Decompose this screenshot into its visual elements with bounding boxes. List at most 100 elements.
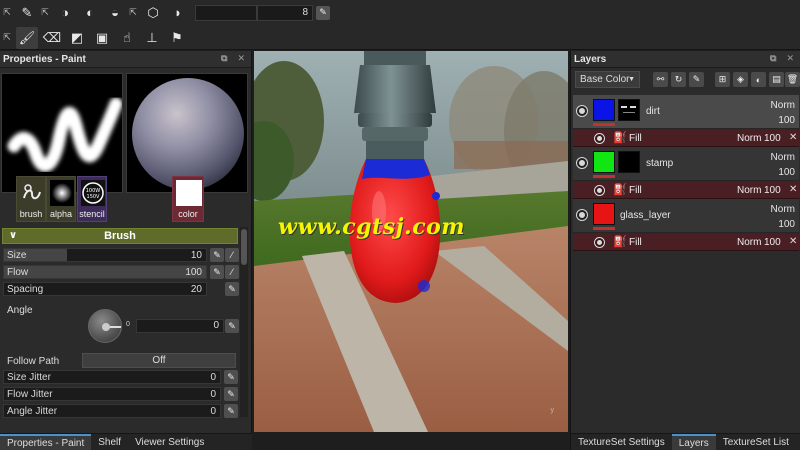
brush-size-field[interactable]: 8 — [257, 4, 313, 21]
layer-opacity[interactable]: 100 — [778, 167, 795, 178]
pen-pressure-icon[interactable]: ✎ — [224, 370, 238, 384]
add-folder-icon[interactable]: ▤ — [769, 72, 784, 87]
brush-size-bar[interactable] — [195, 4, 257, 21]
spacing-slider[interactable]: Spacing 20 — [3, 282, 207, 296]
angle-jitter-field[interactable]: Angle Jitter 0 — [3, 404, 221, 418]
layer-row-stamp[interactable]: stamp Norm 100 — [573, 147, 799, 181]
add-fill-layer-icon[interactable]: ◈ — [733, 72, 748, 87]
layer-blend-mode[interactable]: Norm — [771, 100, 795, 111]
brush-section-header[interactable]: ∨ Brush — [2, 228, 238, 244]
flow-slider[interactable]: Flow 100 — [3, 265, 207, 279]
float-panel-icon[interactable]: ⧉ — [221, 53, 227, 64]
refresh-icon[interactable]: ↻ — [671, 72, 686, 87]
pen-pressure-icon[interactable]: ✎ — [225, 282, 239, 296]
visibility-eye-icon[interactable] — [595, 134, 604, 143]
lazy-mouse-icon[interactable]: ◗ — [167, 2, 189, 24]
fill-opacity[interactable]: 100 — [764, 237, 781, 248]
follow-path-toggle[interactable]: Off — [82, 353, 236, 368]
paint-bucket-icon: ⛽ — [613, 236, 627, 248]
tab-textureset-settings[interactable]: TextureSet Settings — [571, 434, 672, 450]
polygon-fill-icon[interactable]: ▣ — [91, 27, 113, 49]
symmetry-axis-icon[interactable]: ◐ — [79, 2, 101, 24]
float-panel-icon[interactable]: ⧉ — [770, 53, 776, 64]
remove-effect-icon[interactable]: ✕ — [789, 236, 797, 247]
pen-pressure-icon[interactable]: ✎ — [210, 248, 224, 262]
flow-jitter-field[interactable]: Flow Jitter 0 — [3, 387, 221, 401]
angle-field[interactable]: 0 — [136, 319, 224, 333]
eraser-icon[interactable]: ⌫ — [41, 27, 63, 49]
close-icon[interactable]: ✕ — [237, 53, 245, 64]
remove-effect-icon[interactable]: ✕ — [789, 132, 797, 143]
visibility-eye-icon[interactable] — [577, 106, 587, 116]
expand-icon[interactable]: ⇱ — [127, 2, 139, 24]
scrollbar-thumb[interactable] — [241, 229, 247, 265]
mirror-icon[interactable]: ◒ — [104, 2, 126, 24]
3d-viewport[interactable]: www.cgtsj.com y — [254, 51, 568, 432]
link-icon[interactable]: ⁄ — [225, 248, 239, 262]
tab-shelf[interactable]: Shelf — [91, 434, 128, 450]
pen-pressure-icon[interactable]: ✎ — [210, 265, 224, 279]
clone-stamp-icon[interactable]: ⊥ — [141, 27, 163, 49]
layer-opacity[interactable]: 100 — [778, 219, 795, 230]
pen-pressure-icon[interactable]: ✎ — [224, 404, 238, 418]
pen-pressure-icon[interactable]: ✎ — [316, 5, 330, 20]
expand-icon[interactable]: ⇱ — [1, 27, 13, 49]
close-icon[interactable]: ✕ — [786, 53, 794, 64]
delete-layer-icon[interactable]: 🗑 — [785, 72, 800, 87]
fill-effect-row[interactable]: ⛽ Fill Norm 100 ✕ — [573, 130, 799, 147]
fill-effect-row[interactable]: ⛽ Fill Norm 100 ✕ — [573, 234, 799, 251]
link-icon[interactable]: ⁄ — [225, 265, 239, 279]
angle-dial-zero: 0 — [126, 321, 130, 328]
color-slot[interactable]: color — [172, 176, 204, 222]
fill-effect-row[interactable]: ⛽ Fill Norm 100 ✕ — [573, 182, 799, 199]
layer-row-dirt[interactable]: dirt Norm 100 — [573, 95, 799, 129]
expand-icon[interactable]: ⇱ — [1, 2, 13, 24]
add-mask-icon[interactable]: ◐ — [751, 72, 766, 87]
tab-layers[interactable]: Layers — [671, 434, 716, 450]
layers-panel: Layers ⧉ ✕ Base Color ▼ ⚯ ↻ ✎ ⊞ ◈ ◐ ▤ 🗑 … — [570, 51, 800, 450]
angle-dial[interactable] — [88, 309, 122, 343]
layer-opacity[interactable]: 100 — [778, 115, 795, 126]
fill-blend-mode[interactable]: Norm — [737, 237, 761, 248]
visibility-eye-icon[interactable] — [595, 186, 604, 195]
symmetry-icon[interactable]: ◑ — [54, 2, 76, 24]
dropper-tool-icon[interactable]: ✎ — [16, 2, 38, 24]
fill-blend-mode[interactable]: Norm — [737, 133, 761, 144]
angle-jitter-value: 0 — [210, 406, 216, 417]
visibility-eye-icon[interactable] — [595, 238, 604, 247]
properties-scrollbar[interactable] — [240, 227, 248, 417]
chevron-down-icon: ∨ — [9, 230, 18, 241]
tab-viewer-settings[interactable]: Viewer Settings — [128, 434, 211, 450]
layer-blend-mode[interactable]: Norm — [771, 152, 795, 163]
stencil-slot[interactable]: 100W 150V stencil — [77, 176, 107, 222]
remove-effect-icon[interactable]: ✕ — [789, 184, 797, 195]
size-slider[interactable]: Size 10 — [3, 248, 207, 262]
fill-opacity[interactable]: 100 — [764, 133, 781, 144]
smudge-icon[interactable]: ☝ — [116, 27, 138, 49]
projection-icon[interactable]: ◩ — [66, 27, 88, 49]
paint-brush-icon[interactable]: 🖌 — [16, 26, 38, 49]
pen-pressure-icon[interactable]: ✎ — [224, 387, 238, 401]
layer-blend-mode[interactable]: Norm — [771, 204, 795, 215]
alpha-slot[interactable]: alpha — [46, 176, 76, 222]
pen-pressure-icon[interactable]: ✎ — [225, 319, 239, 333]
size-jitter-field[interactable]: Size Jitter 0 — [3, 370, 221, 384]
expand-icon[interactable]: ⇱ — [39, 2, 51, 24]
channel-dropdown[interactable]: Base Color ▼ — [575, 71, 640, 88]
cube-view-icon[interactable]: ⬡ — [142, 2, 164, 24]
flow-jitter-row: Flow Jitter 0 ✎ — [3, 387, 238, 402]
add-layer-icon[interactable]: ⊞ — [715, 72, 730, 87]
visibility-eye-icon[interactable] — [577, 210, 587, 220]
layer-color-thumbnail — [593, 151, 615, 173]
tab-textureset-list[interactable]: TextureSet List — [716, 434, 796, 450]
layer-link-icon[interactable]: ⚯ — [653, 72, 668, 87]
fill-opacity[interactable]: 100 — [764, 185, 781, 196]
material-picker-icon[interactable]: ⚑ — [166, 27, 188, 49]
fill-blend-mode[interactable]: Norm — [737, 185, 761, 196]
paint-layer-icon[interactable]: ✎ — [689, 72, 704, 87]
brush-slot[interactable]: brush — [16, 176, 46, 222]
visibility-eye-icon[interactable] — [577, 158, 587, 168]
stencil-slot-label: stencil — [79, 209, 105, 219]
tab-properties-paint[interactable]: Properties - Paint — [0, 434, 92, 450]
layer-row-glass[interactable]: glass_layer Norm 100 — [573, 199, 799, 233]
